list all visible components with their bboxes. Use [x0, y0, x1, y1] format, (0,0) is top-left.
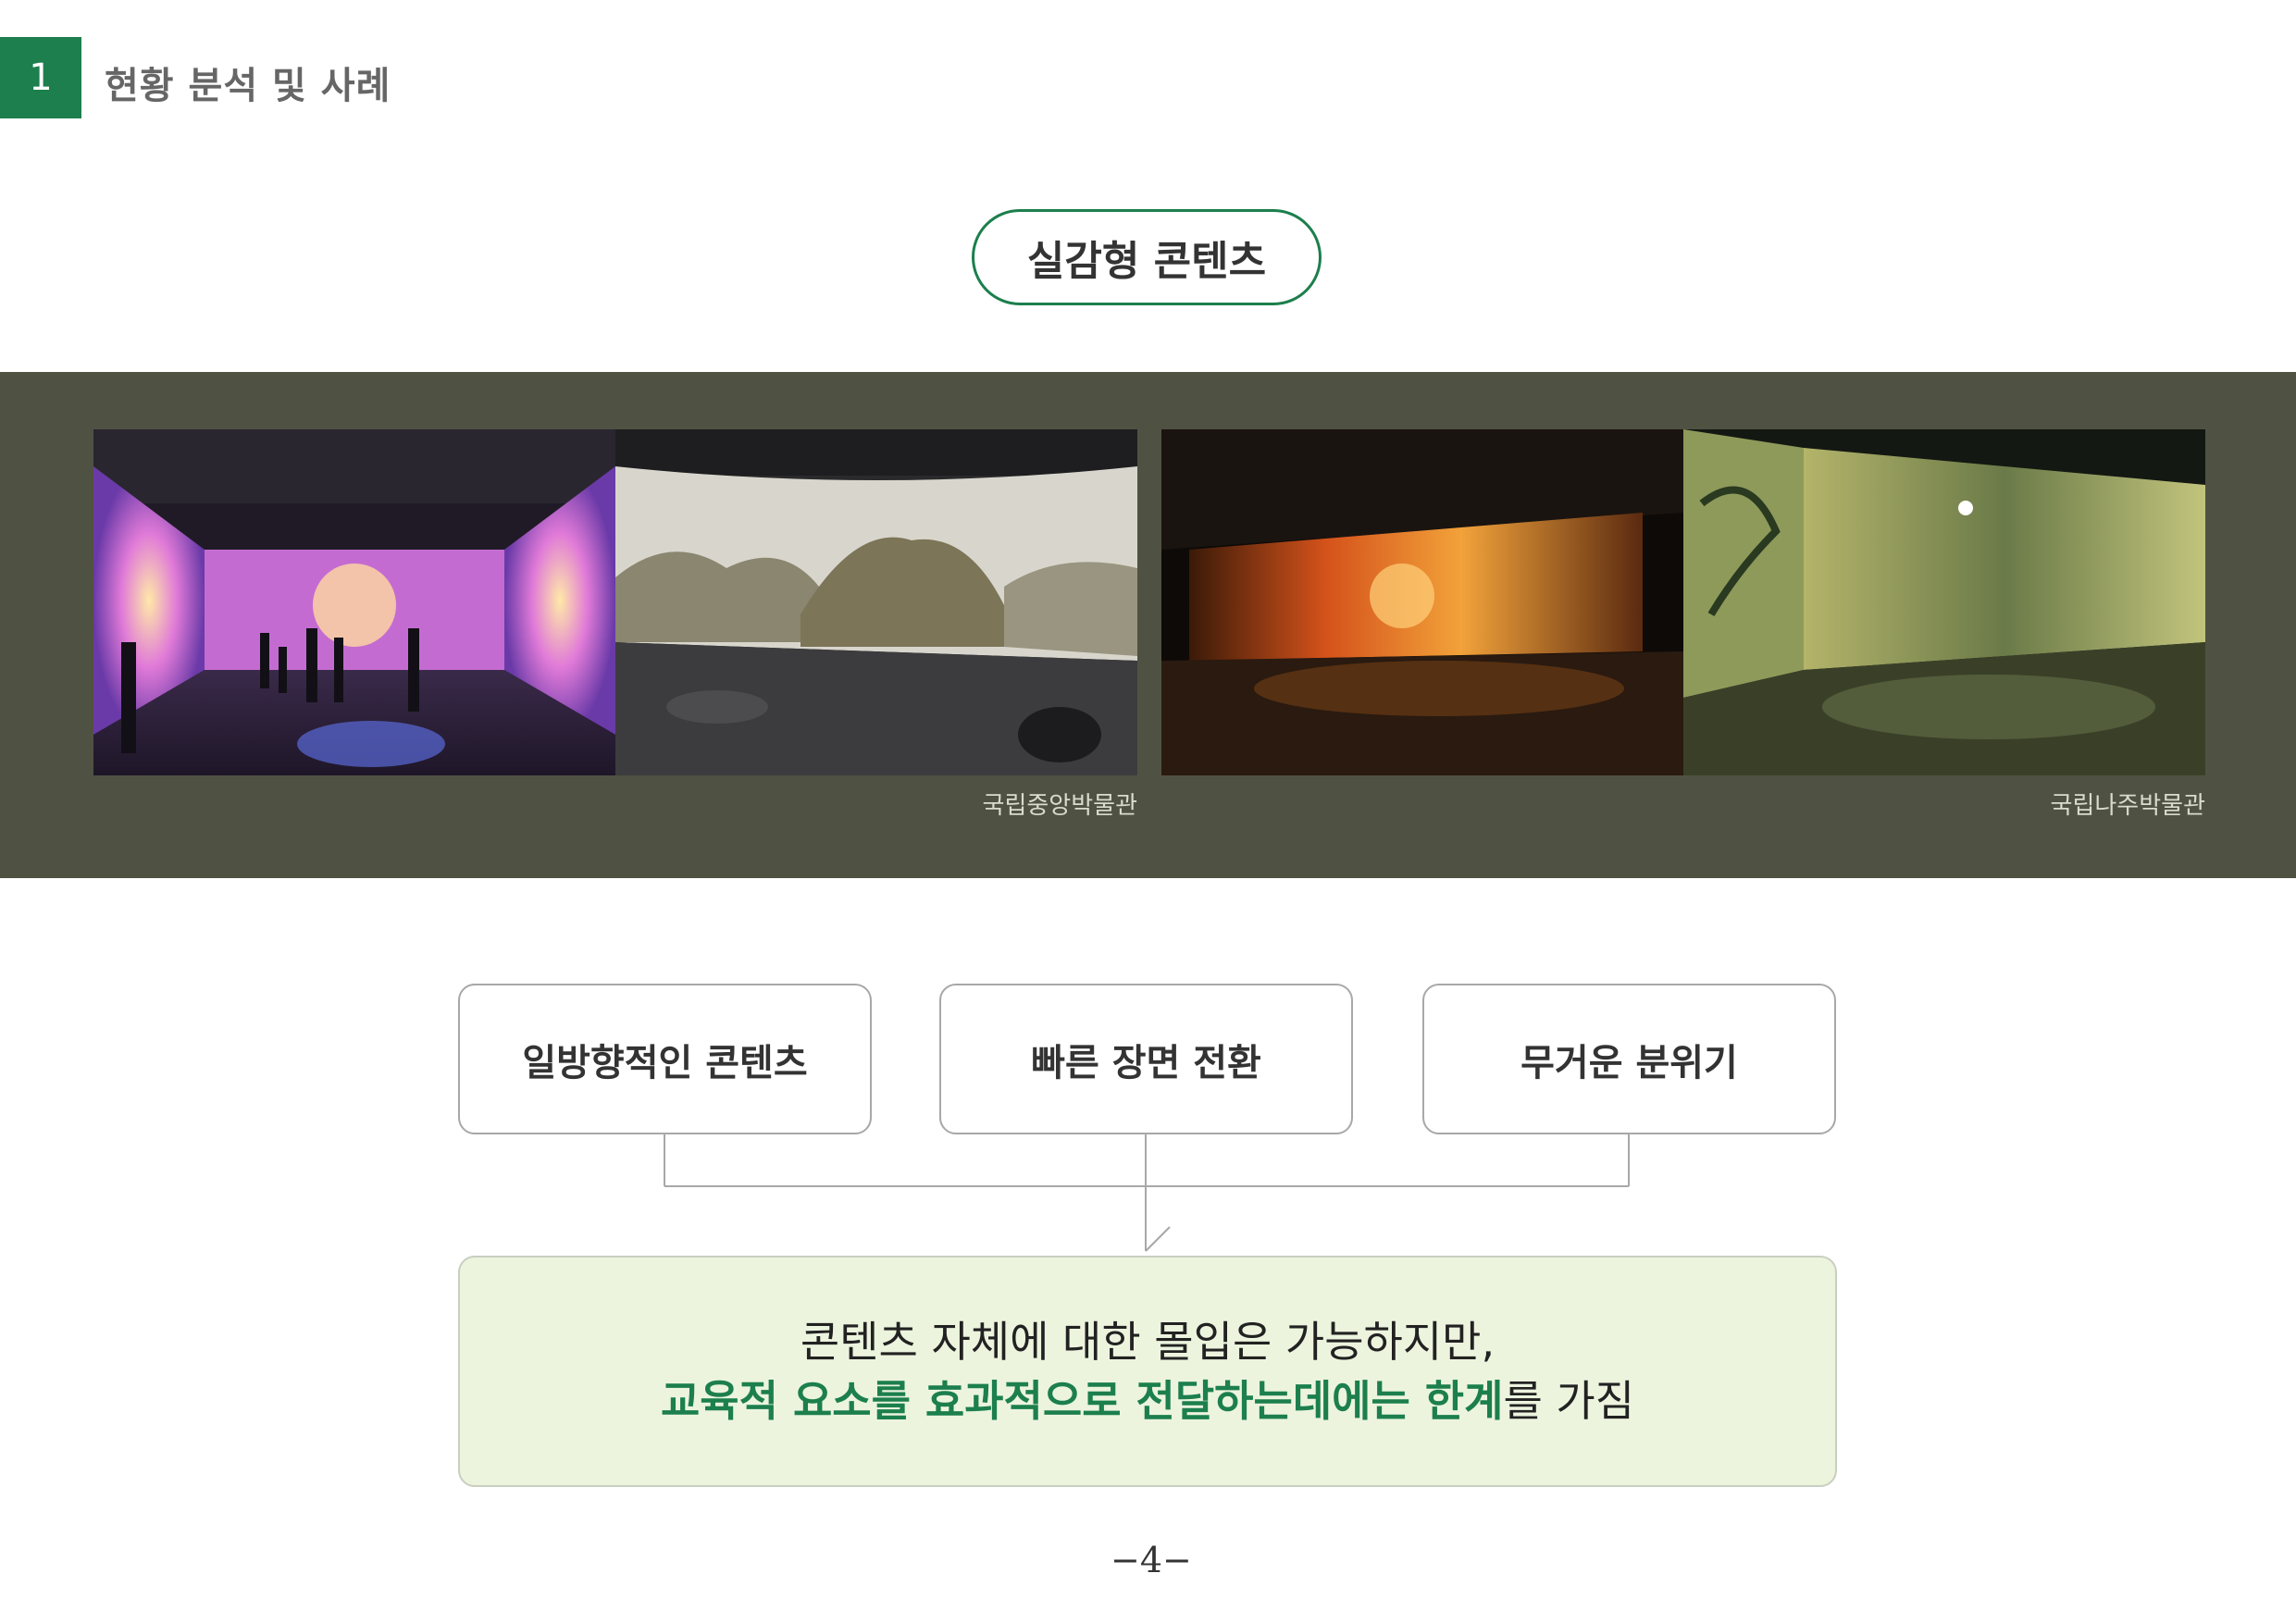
issue-box-one-way-content: 일방향적인 콘텐츠 [458, 984, 872, 1134]
content-type-title: 실감형 콘텐츠 [972, 209, 1322, 305]
section-number-badge: 1 [0, 37, 81, 118]
photo-green-immersive-hall [1683, 429, 2205, 775]
conclusion-line-2: 교육적 요소를 효과적으로 전달하는데에는 한계를 가짐 [661, 1371, 1634, 1431]
photo-fire-immersive-hall [1161, 429, 1683, 775]
photo-caption: 국립중앙박물관 [982, 792, 1137, 820]
issue-box-fast-scene-change: 빠른 장면 전환 [939, 984, 1353, 1134]
page-number: −4− [1111, 1540, 1192, 1580]
photo-ink-landscape-hall [615, 429, 1137, 775]
section-title: 현황 분석 및 사례 [105, 65, 391, 107]
conclusion-line-1: 콘텐츠 자체에 대한 몰입은 가능하지만, [800, 1317, 1496, 1367]
photo-colorful-immersive-hall [93, 429, 615, 775]
photo-caption: 국립나주박물관 [2050, 792, 2205, 820]
conclusion-box: 콘텐츠 자체에 대한 몰입은 가능하지만, 교육적 요소를 효과적으로 전달하는… [458, 1256, 1837, 1487]
issue-box-heavy-atmosphere: 무거운 분위기 [1422, 984, 1836, 1134]
conclusion-rest: 를 가짐 [1503, 1376, 1635, 1426]
conclusion-highlight: 교육적 요소를 효과적으로 전달하는데에는 한계 [660, 1376, 1504, 1426]
